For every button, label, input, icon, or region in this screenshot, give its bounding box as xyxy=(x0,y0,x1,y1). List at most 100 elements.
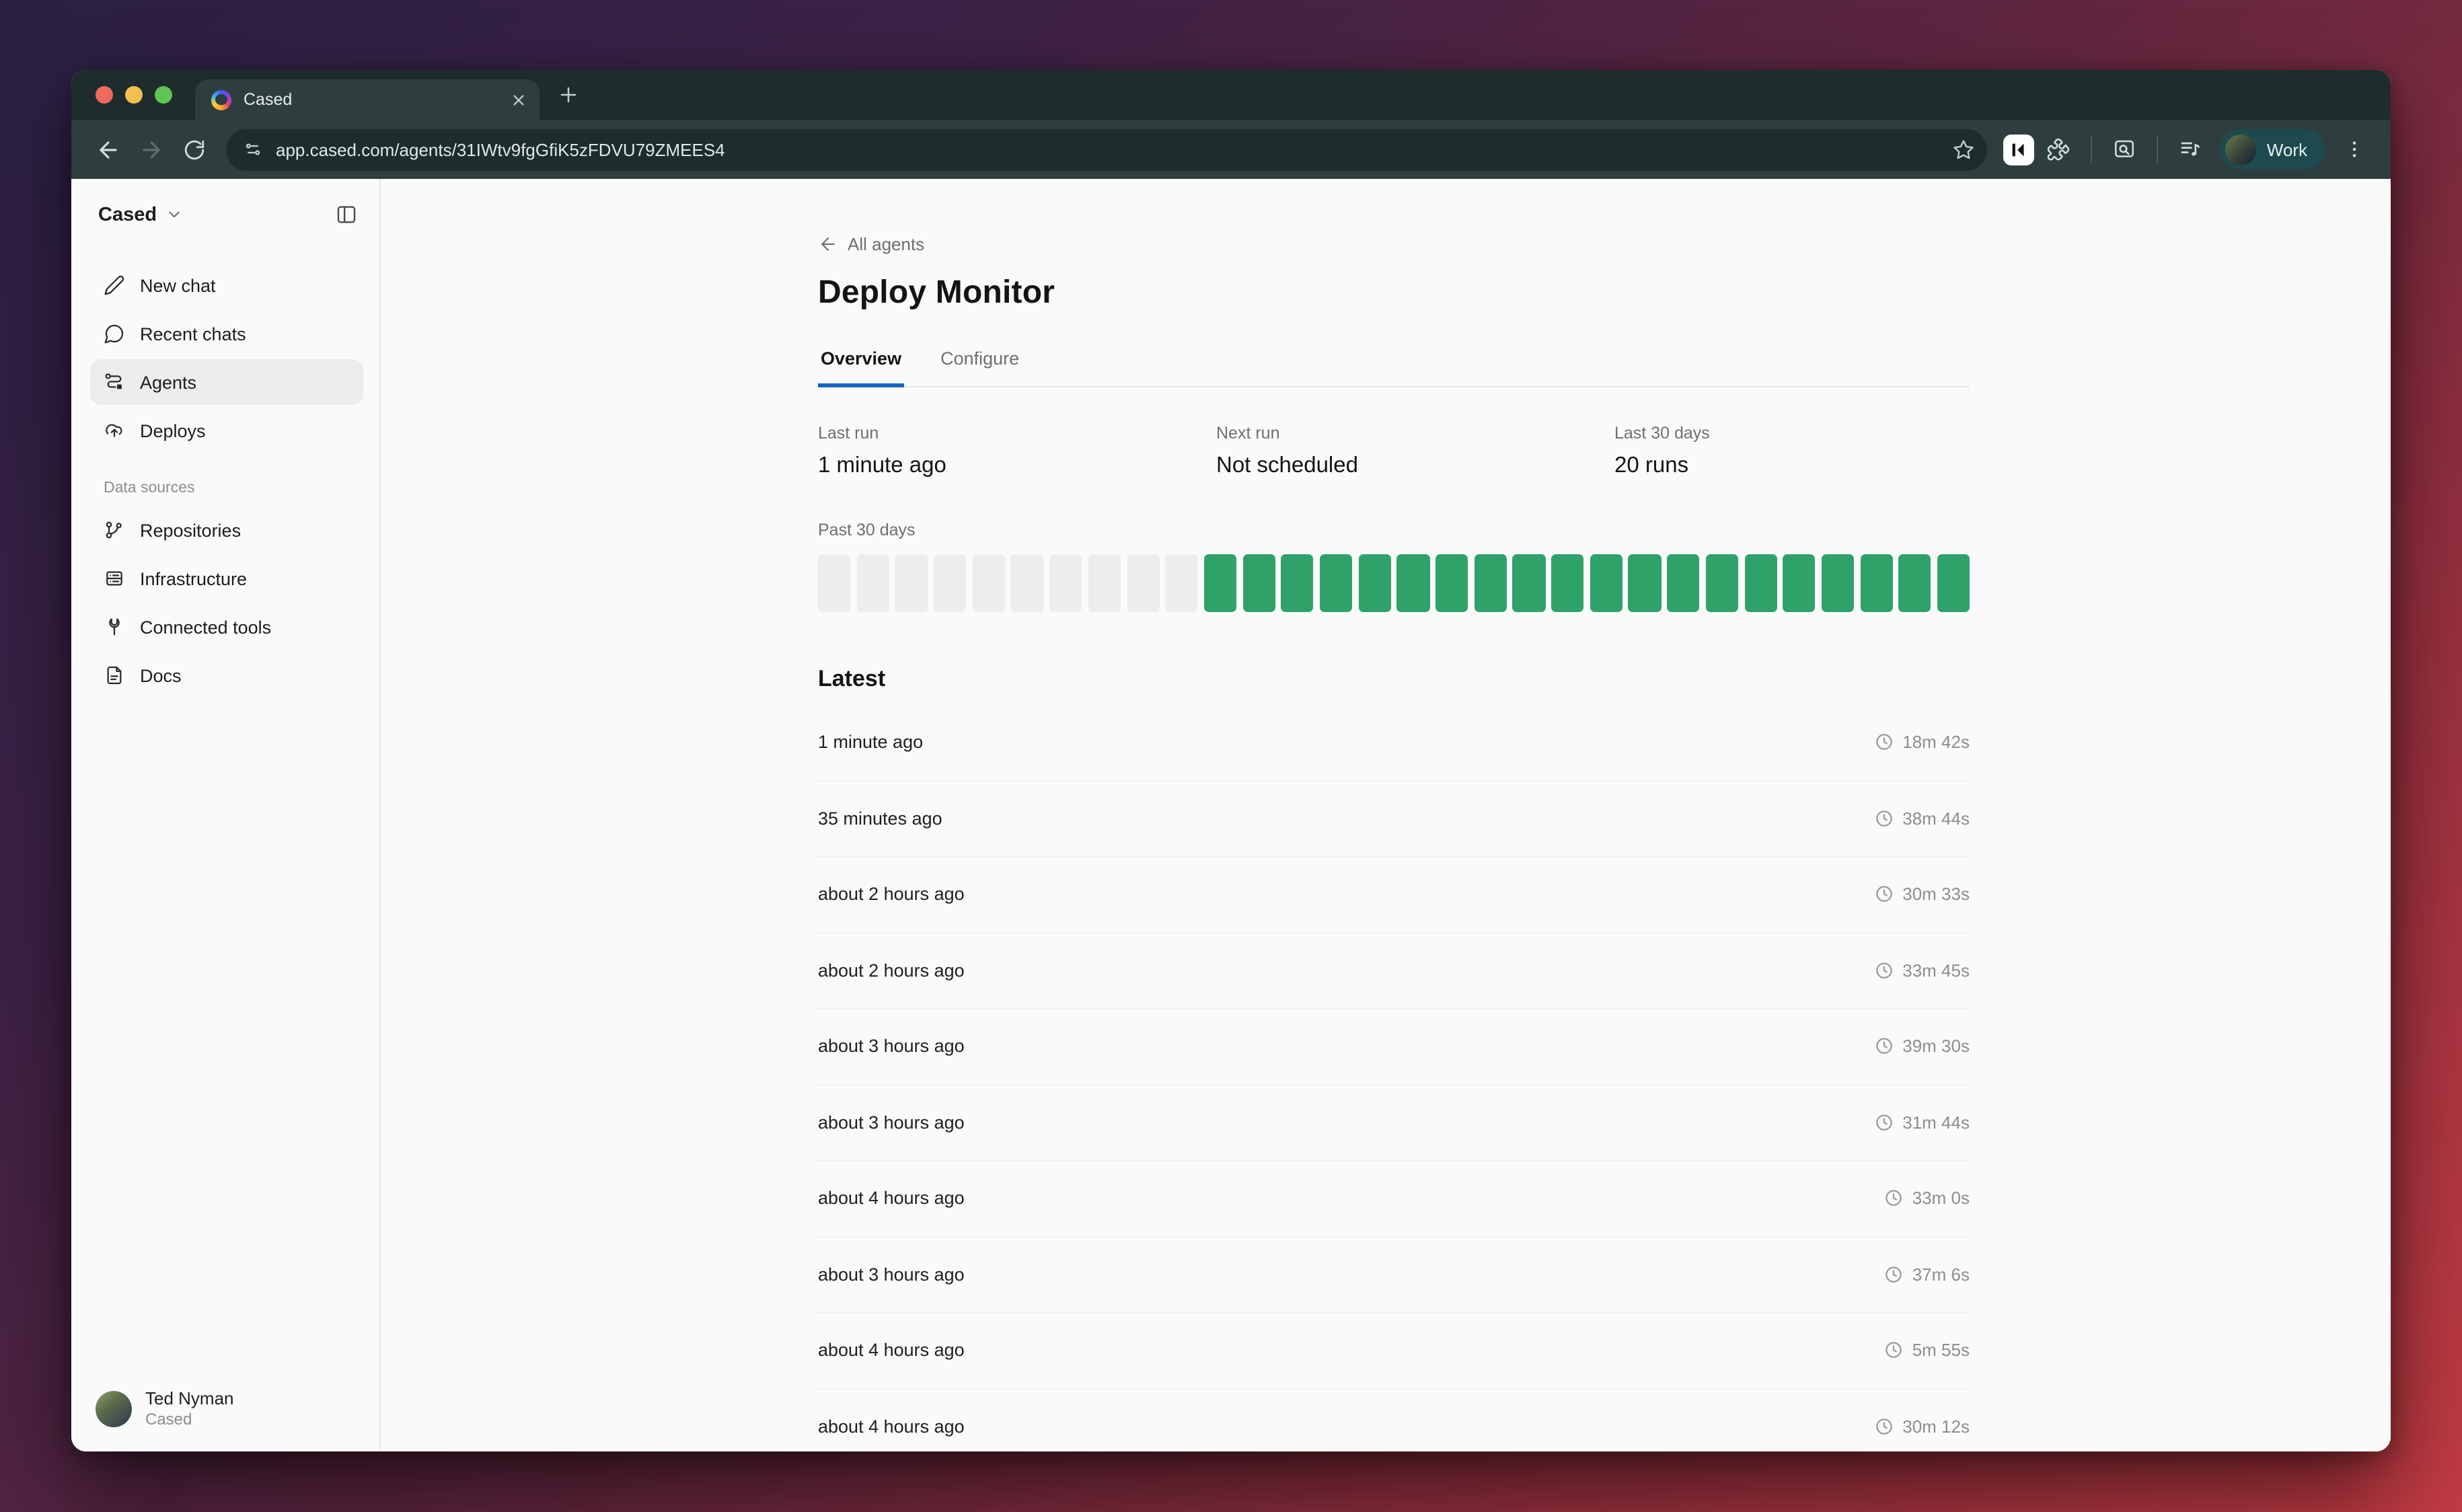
arrow-left-icon xyxy=(818,234,838,254)
stats-row: Last run 1 minute ago Next run Not sched… xyxy=(818,424,1970,479)
sidebar-item-agents[interactable]: Agents xyxy=(90,359,363,405)
run-duration-text: 5m 55s xyxy=(1912,1340,1970,1361)
user-menu[interactable]: Ted Nyman Cased xyxy=(90,1388,363,1431)
run-row[interactable]: about 2 hours ago 33m 45s xyxy=(818,933,1970,1009)
user-org: Cased xyxy=(145,1410,234,1430)
bookmark-star-icon[interactable] xyxy=(1952,138,1975,161)
activity-cell-filled xyxy=(1590,554,1622,612)
run-duration: 30m 33s xyxy=(1874,884,1970,905)
stat-value: 1 minute ago xyxy=(818,453,1216,479)
sidebar-item-label: Agents xyxy=(140,372,196,392)
data-sources-nav: Repositories Infrastructure Connected to… xyxy=(90,507,363,698)
clock-icon xyxy=(1874,960,1894,981)
all-agents-back-link[interactable]: All agents xyxy=(818,234,1970,254)
run-time: about 4 hours ago xyxy=(818,1188,965,1209)
sidebar-item-docs[interactable]: Docs xyxy=(90,652,363,698)
stat-next-run: Next run Not scheduled xyxy=(1216,424,1614,479)
reload-icon xyxy=(182,138,205,161)
run-row[interactable]: 35 minutes ago 38m 44s xyxy=(818,781,1970,857)
run-row[interactable]: 1 minute ago 18m 42s xyxy=(818,705,1970,781)
run-row[interactable]: about 4 hours ago 5m 55s xyxy=(818,1313,1970,1389)
cased-favicon xyxy=(211,89,231,110)
sidebar-item-deploys[interactable]: Deploys xyxy=(90,408,363,453)
app-body: Cased New chat Recent chats xyxy=(71,179,2391,1451)
collapse-sidebar-button[interactable] xyxy=(335,203,358,226)
sidebar-item-infrastructure[interactable]: Infrastructure xyxy=(90,556,363,601)
sidebar-item-label: Deploys xyxy=(140,420,206,441)
activity-cell-filled xyxy=(1937,554,1970,612)
runs-list: 1 minute ago 18m 42s 35 minutes ago 38 xyxy=(818,705,1970,1451)
zoom-window-button[interactable] xyxy=(155,86,172,104)
media-controls-icon xyxy=(2178,137,2202,161)
stat-last-run: Last run 1 minute ago xyxy=(818,424,1216,479)
activity-cell-filled xyxy=(1899,554,1931,612)
activity-cell-empty xyxy=(1049,554,1082,612)
toolbar-divider xyxy=(2157,136,2158,163)
address-bar[interactable]: app.cased.com/agents/31IWtv9fgGfiK5zFDVU… xyxy=(226,128,1987,170)
tab-strip: Cased xyxy=(71,70,2391,120)
media-controls-button[interactable] xyxy=(2171,130,2209,168)
back-icon xyxy=(95,137,120,162)
close-window-button[interactable] xyxy=(96,86,113,104)
stat-value: 20 runs xyxy=(1614,453,2013,479)
close-tab-icon[interactable] xyxy=(511,92,526,107)
user-avatar xyxy=(96,1391,132,1427)
browser-tab[interactable]: Cased xyxy=(195,79,539,120)
profile-avatar xyxy=(2225,134,2256,165)
browser-menu-button[interactable] xyxy=(2336,130,2373,168)
run-duration-text: 33m 0s xyxy=(1912,1188,1970,1209)
workspace-switcher[interactable]: Cased xyxy=(90,203,363,226)
clock-icon xyxy=(1884,1264,1904,1285)
new-tab-icon xyxy=(558,85,579,105)
activity-cell-filled xyxy=(1474,554,1506,612)
reload-button[interactable] xyxy=(175,130,213,168)
run-row[interactable]: about 3 hours ago 37m 6s xyxy=(818,1237,1970,1313)
new-tab-button[interactable] xyxy=(558,85,579,105)
back-button[interactable] xyxy=(89,130,126,168)
clock-icon xyxy=(1874,1036,1894,1057)
side-panel-search-icon xyxy=(2112,137,2136,161)
tab-overview[interactable]: Overview xyxy=(818,348,904,386)
side-panel-button[interactable] xyxy=(2105,130,2143,168)
profile-label: Work xyxy=(2267,139,2307,159)
sidebar-item-label: Infrastructure xyxy=(140,568,247,589)
extension-logo-glyph xyxy=(2009,139,2029,159)
run-duration: 33m 45s xyxy=(1874,960,1970,981)
clock-icon xyxy=(1874,1416,1894,1437)
activity-cell-empty xyxy=(934,554,966,612)
run-duration-text: 39m 30s xyxy=(1902,1036,1970,1057)
run-row[interactable]: about 3 hours ago 31m 44s xyxy=(818,1085,1970,1161)
sidebar-item-label: New chat xyxy=(140,275,216,295)
main-content: All agents Deploy Monitor Overview Confi… xyxy=(381,179,2391,1451)
clock-icon xyxy=(1874,1112,1894,1133)
profile-chip[interactable]: Work xyxy=(2220,129,2325,169)
extension-logo-icon[interactable] xyxy=(2003,134,2034,165)
sidebar-item-connected-tools[interactable]: Connected tools xyxy=(90,604,363,650)
activity-cell-filled xyxy=(1860,554,1892,612)
sidebar-item-label: Connected tools xyxy=(140,617,271,637)
run-row[interactable]: about 4 hours ago 30m 12s xyxy=(818,1389,1970,1451)
run-row[interactable]: about 2 hours ago 30m 33s xyxy=(818,857,1970,933)
sidebar-item-label: Docs xyxy=(140,665,182,685)
sidebar-item-new-chat[interactable]: New chat xyxy=(90,262,363,308)
tab-configure[interactable]: Configure xyxy=(938,348,1022,386)
sidebar-item-label: Recent chats xyxy=(140,324,246,344)
clock-icon xyxy=(1874,884,1894,905)
browser-toolbar: app.cased.com/agents/31IWtv9fgGfiK5zFDVU… xyxy=(71,120,2391,179)
run-row[interactable]: about 4 hours ago 33m 0s xyxy=(818,1161,1970,1237)
extensions-button[interactable] xyxy=(2040,130,2077,168)
sidebar-item-recent-chats[interactable]: Recent chats xyxy=(90,311,363,356)
server-icon xyxy=(104,568,125,589)
stat-label: Next run xyxy=(1216,424,1614,443)
run-row[interactable]: about 3 hours ago 39m 30s xyxy=(818,1009,1970,1085)
run-duration-text: 30m 12s xyxy=(1902,1416,1970,1437)
sidebar-item-repositories[interactable]: Repositories xyxy=(90,507,363,553)
run-duration: 5m 55s xyxy=(1884,1340,1970,1361)
activity-cell-empty xyxy=(1165,554,1197,612)
document-icon xyxy=(104,665,125,686)
minimize-window-button[interactable] xyxy=(125,86,143,104)
run-duration-text: 18m 42s xyxy=(1902,732,1970,753)
latest-heading: Latest xyxy=(818,666,1970,693)
site-settings-icon[interactable] xyxy=(242,139,264,160)
forward-button[interactable] xyxy=(132,130,170,168)
